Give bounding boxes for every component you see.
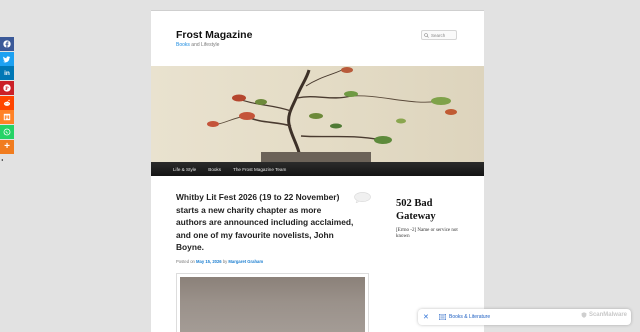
post-meta: Posted on May 15, 2026 by Margaret Graha… bbox=[176, 259, 263, 264]
facebook-share-button[interactable] bbox=[0, 37, 14, 51]
share-collapse-icon[interactable]: ◂ bbox=[1, 157, 3, 162]
widget-body: [Errno -2] Name or service not known bbox=[396, 228, 458, 239]
whatsapp-icon bbox=[3, 128, 11, 136]
brand-badge: ScanMalware bbox=[581, 312, 627, 318]
category-link[interactable]: Books & Literature bbox=[449, 314, 490, 320]
search-box[interactable]: Search bbox=[421, 30, 457, 40]
whatsapp-share-button[interactable] bbox=[0, 125, 14, 140]
reddit-share-button[interactable] bbox=[0, 95, 14, 110]
header-banner-image bbox=[151, 66, 484, 162]
shield-icon bbox=[581, 312, 587, 318]
search-icon bbox=[424, 32, 429, 38]
page-content: Frost Magazine Books and Lifestyle Searc… bbox=[151, 10, 484, 332]
post-title[interactable]: Whitby Lit Fest 2026 (19 to 22 November)… bbox=[176, 191, 354, 254]
plus-icon: + bbox=[4, 140, 10, 152]
mix-icon bbox=[3, 114, 11, 121]
tagline-books-link[interactable]: Books bbox=[176, 42, 190, 48]
reddit-icon bbox=[3, 99, 11, 106]
tagline-text: and Lifestyle bbox=[189, 42, 220, 48]
pinterest-icon: P bbox=[3, 84, 11, 92]
comment-bubble-icon[interactable] bbox=[354, 192, 371, 203]
nav-item-books[interactable]: Books bbox=[208, 167, 221, 172]
twitter-share-button[interactable] bbox=[0, 51, 14, 66]
meta-prefix: Posted on bbox=[176, 259, 197, 264]
brand-label: ScanMalware bbox=[588, 312, 627, 318]
linkedin-share-button[interactable]: in bbox=[0, 66, 14, 81]
site-tagline: Books and Lifestyle bbox=[176, 42, 219, 48]
nav-item-team[interactable]: The Frost Magazine Team bbox=[233, 167, 286, 172]
more-share-button[interactable]: + bbox=[0, 139, 14, 154]
twitter-icon bbox=[3, 56, 11, 63]
pinterest-share-button[interactable]: P bbox=[0, 81, 14, 96]
main-navigation: Life & Style Books The Frost Magazine Te… bbox=[151, 162, 484, 176]
bottom-category-bar: ✕ Books & Literature ScanMalware bbox=[418, 309, 631, 325]
list-icon bbox=[439, 314, 446, 320]
post-date-link[interactable]: May 15, 2026 bbox=[196, 259, 222, 264]
facebook-icon bbox=[3, 40, 11, 48]
share-sidebar: in P + bbox=[0, 37, 14, 155]
post-author-link[interactable]: Margaret Graham bbox=[228, 259, 263, 264]
widget-title: 502 Bad Gateway bbox=[396, 198, 436, 222]
svg-text:P: P bbox=[5, 86, 9, 92]
post-featured-image bbox=[176, 273, 369, 332]
nav-item-life-style[interactable]: Life & Style bbox=[173, 167, 196, 172]
close-icon[interactable]: ✕ bbox=[423, 313, 433, 321]
site-title[interactable]: Frost Magazine bbox=[176, 29, 252, 41]
linkedin-icon: in bbox=[4, 69, 10, 77]
search-placeholder: Search bbox=[431, 32, 446, 38]
mix-share-button[interactable] bbox=[0, 110, 14, 125]
